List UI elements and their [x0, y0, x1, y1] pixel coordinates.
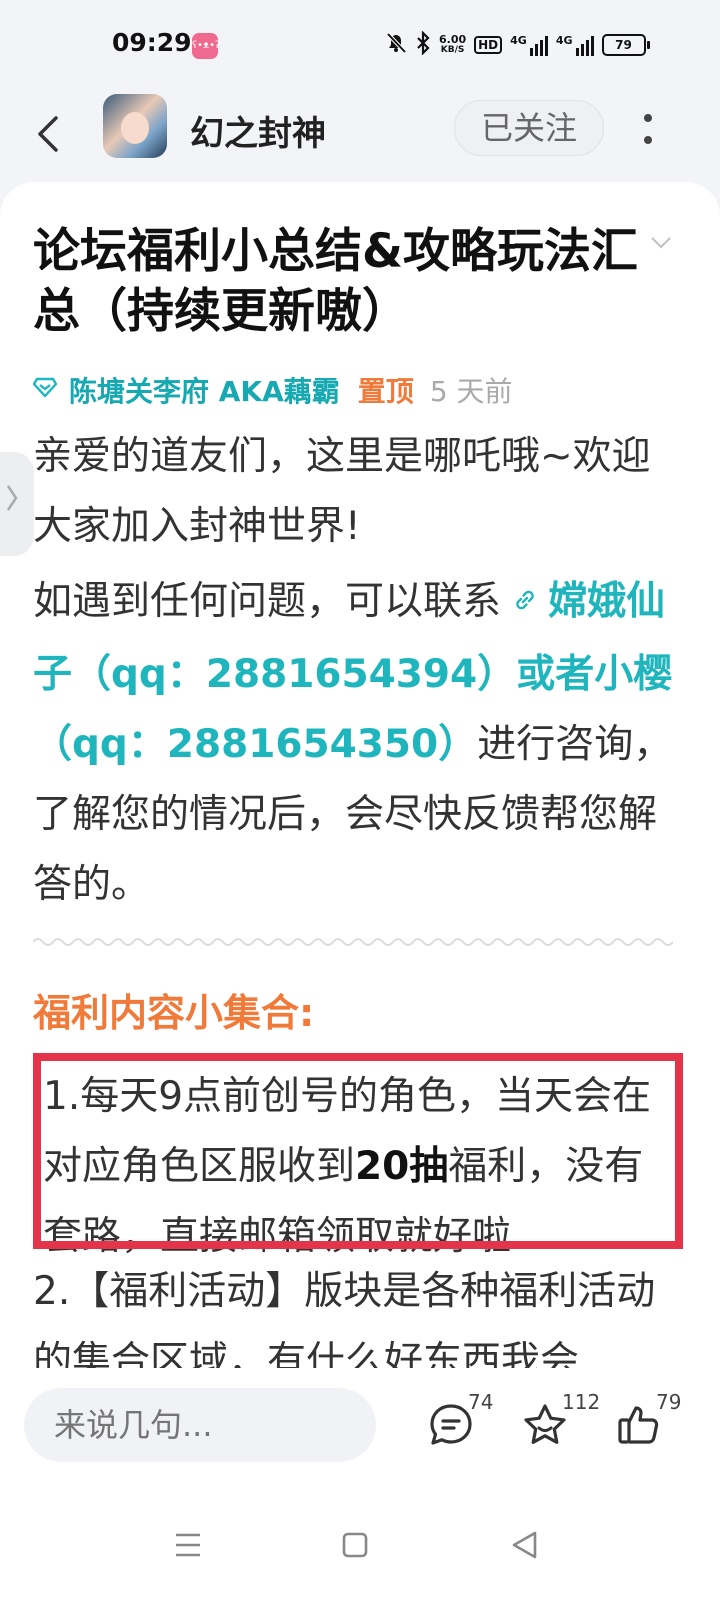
home-button[interactable]: [330, 1520, 380, 1570]
more-vertical-icon: [644, 114, 652, 144]
menu-icon: [176, 1533, 200, 1557]
post-meta: 陈塘关李府 AKA藕霸 置顶 5 天前: [32, 370, 513, 410]
like-button[interactable]: 79: [608, 1390, 682, 1462]
post-paragraph-1: 亲爱的道友们，这里是哪吒哦~欢迎大家加入封神世界!: [33, 434, 651, 549]
wavy-divider: [33, 938, 673, 946]
chevron-right-icon: [6, 485, 18, 511]
status-time: 09:29: [112, 28, 192, 57]
highlight-box: [33, 1053, 683, 1249]
author-name[interactable]: 陈塘关李府 AKA藕霸: [69, 370, 340, 410]
pinned-badge: 置顶: [357, 375, 414, 408]
status-bar: 09:29 ʕ•ᴥ•ʔ 6.00 KB/S HD 4G 4G 79: [0, 0, 720, 92]
hd-icon: HD: [474, 36, 503, 54]
comments-count: 74: [468, 1390, 494, 1414]
net-speed: 6.00 KB/S: [439, 34, 466, 56]
forum-header: 幻之封神 已关注: [0, 92, 720, 182]
signal-2-label: 4G: [555, 34, 573, 47]
square-icon: [342, 1532, 368, 1558]
battery-icon: 79: [601, 34, 650, 56]
post-paragraph-2: 如遇到任何问题，可以联系 嫦娥仙子（qq：2881654394）或者小樱（qq：…: [33, 567, 673, 920]
more-button[interactable]: [636, 102, 660, 158]
bottom-action-bar: 74 112 79: [0, 1368, 720, 1490]
forum-avatar[interactable]: [103, 94, 167, 158]
net-speed-value: 6.00: [439, 33, 467, 46]
mute-icon: [385, 32, 407, 58]
post-time: 5 天前: [429, 375, 513, 408]
triangle-back-icon: [512, 1531, 537, 1559]
back-nav-button[interactable]: [500, 1520, 550, 1570]
back-button[interactable]: [34, 104, 74, 164]
para2-prefix: 如遇到任何问题，可以联系: [33, 579, 502, 624]
comment-input[interactable]: [24, 1388, 376, 1462]
likes-count: 79: [656, 1390, 682, 1414]
bluetooth-icon: [415, 30, 431, 59]
favorite-button[interactable]: 112: [514, 1390, 600, 1462]
post-card: 论坛福利小总结&攻略玩法汇总（持续更新嗷） 陈塘关李府 AKA藕霸 置顶 5 天…: [0, 182, 720, 1372]
side-drawer-tab[interactable]: [0, 452, 34, 556]
signal-1-label: 4G: [510, 34, 527, 47]
link-icon: [501, 587, 548, 622]
comment-button[interactable]: 74: [420, 1390, 494, 1462]
benefit-item-2: 2.【福利活动】版块是各种福利活动的集合区域，有什么好东西我会: [33, 1269, 656, 1372]
title-expand-icon[interactable]: [650, 228, 672, 256]
system-nav-bar: [0, 1490, 720, 1600]
follow-button[interactable]: 已关注: [454, 100, 604, 156]
chevron-left-icon: [38, 116, 58, 152]
net-speed-unit: KB/S: [440, 45, 465, 55]
signal-2-icon: 4G: [556, 34, 594, 56]
section-title: 福利内容小集合:: [33, 991, 315, 1035]
signal-1-icon: 4G: [510, 34, 548, 56]
favorites-count: 112: [562, 1390, 601, 1414]
recent-apps-button[interactable]: [163, 1520, 213, 1570]
post-title: 论坛福利小总结&攻略玩法汇总（持续更新嗷）: [33, 224, 638, 339]
lulu-app-icon: ʕ•ᴥ•ʔ: [192, 33, 220, 59]
status-icons: 6.00 KB/S HD 4G 4G 79: [385, 28, 650, 62]
verified-badge-icon: [32, 377, 58, 403]
forum-name[interactable]: 幻之封神: [190, 106, 326, 155]
